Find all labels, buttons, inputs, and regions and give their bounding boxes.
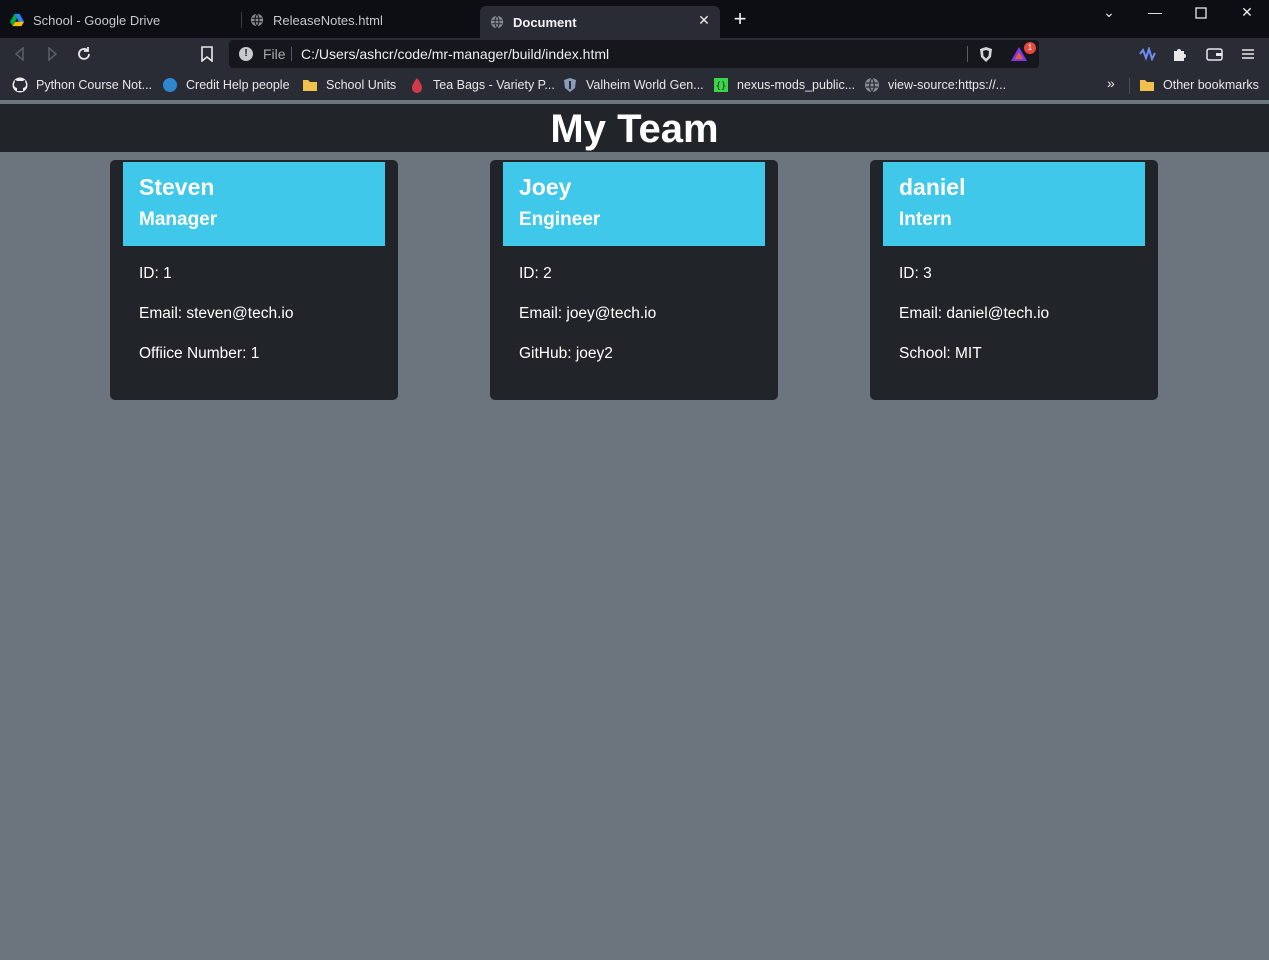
url-scheme: File — [263, 46, 286, 62]
forward-icon — [48, 47, 58, 61]
waveform-icon — [1139, 47, 1156, 61]
menu-button[interactable] — [1236, 42, 1260, 66]
brave-shields-icon[interactable] — [978, 46, 994, 68]
bookmarks-bar: Python Course Not... Credit Help people … — [0, 70, 1269, 100]
wallet-button[interactable] — [1202, 42, 1226, 66]
card-header: Joey Engineer — [503, 162, 765, 246]
bookmark-label: Tea Bags - Variety P... — [433, 78, 555, 92]
employee-role: Manager — [139, 209, 218, 230]
close-window-button[interactable]: ✕ — [1224, 0, 1269, 24]
bookmark-tea-bags[interactable]: Tea Bags - Variety P... — [409, 76, 555, 94]
card-header: daniel Intern — [883, 162, 1145, 246]
employee-school: School: MIT — [899, 345, 982, 362]
bookmark-school-units[interactable]: School Units — [302, 76, 396, 94]
employee-role: Engineer — [519, 209, 601, 230]
other-bookmarks-label: Other bookmarks — [1163, 78, 1259, 92]
url-divider — [291, 47, 292, 61]
address-bar[interactable]: ! File C:/Users/ashcr/code/mr-manager/bu… — [229, 40, 1039, 68]
close-tab-icon[interactable]: ✕ — [696, 12, 712, 28]
hamburger-icon — [1242, 49, 1254, 59]
employee-email[interactable]: Email: daniel@tech.io — [899, 305, 1049, 323]
tab-strip: School - Google Drive ReleaseNotes.html … — [0, 0, 1269, 38]
folder-icon — [302, 77, 318, 93]
globe-icon — [864, 77, 880, 93]
other-bookmarks[interactable]: Other bookmarks — [1139, 76, 1259, 94]
tab-title: ReleaseNotes.html — [273, 12, 383, 28]
reload-icon — [78, 47, 90, 60]
maximize-button[interactable] — [1178, 0, 1224, 24]
site-info-icon[interactable]: ! — [239, 47, 253, 61]
rewards-badge: 1 — [1024, 42, 1036, 54]
url-divider — [967, 46, 968, 62]
browser-toolbar: ! File C:/Users/ashcr/code/mr-manager/bu… — [0, 38, 1269, 70]
tab-document[interactable]: Document ✕ — [480, 6, 720, 38]
new-tab-button[interactable]: + — [729, 8, 751, 30]
employee-id: ID: 1 — [139, 265, 172, 282]
employee-card-intern: daniel Intern ID: 3 Email: daniel@tech.i… — [870, 160, 1158, 400]
tea-icon — [409, 77, 425, 93]
employee-card-engineer: Joey Engineer ID: 2 Email: joey@tech.io … — [490, 160, 778, 400]
bookmark-credit-help[interactable]: Credit Help people — [162, 76, 290, 94]
card-header: Steven Manager — [123, 162, 385, 246]
more-bookmarks-chevron-icon[interactable]: » — [1107, 75, 1115, 91]
shield-icon — [562, 77, 578, 93]
globe-icon — [250, 13, 264, 27]
bookmark-label: Python Course Not... — [36, 78, 153, 92]
bookmark-label: School Units — [326, 78, 397, 92]
circle-icon — [162, 77, 178, 93]
bookmarks-divider — [1129, 78, 1130, 94]
tab-title: Document — [513, 14, 577, 30]
tab-title: School - Google Drive — [33, 12, 161, 28]
employee-github[interactable]: GitHub: joey2 — [519, 345, 613, 363]
bookmark-label: view-source:https://... — [888, 78, 1007, 92]
folder-icon — [1139, 77, 1155, 93]
google-drive-icon — [10, 13, 24, 27]
svg-text:{}: {} — [716, 82, 727, 92]
employee-role: Intern — [899, 209, 952, 230]
puzzle-icon — [1174, 49, 1186, 61]
extensions-button[interactable] — [1168, 42, 1192, 66]
tab-search-chevron-icon[interactable]: ⌄ — [1086, 0, 1132, 24]
employee-office-number: Offiice Number: 1 — [139, 345, 260, 362]
back-icon — [14, 47, 24, 61]
bookmark-valheim[interactable]: Valheim World Gen... — [562, 76, 704, 94]
brave-news-button[interactable] — [1136, 42, 1160, 66]
forward-button[interactable] — [40, 42, 64, 66]
bookmark-icon — [201, 46, 213, 62]
globe-icon — [490, 15, 504, 29]
bookmark-nexus-mods[interactable]: {} nexus-mods_public... — [713, 76, 855, 94]
employee-name: Steven — [139, 174, 215, 200]
page-header: My Team — [0, 104, 1269, 152]
employee-email[interactable]: Email: joey@tech.io — [519, 305, 656, 323]
bookmark-label: nexus-mods_public... — [737, 78, 856, 92]
employee-card-manager: Steven Manager ID: 1 Email: steven@tech.… — [110, 160, 398, 400]
bookmark-page-button[interactable] — [195, 42, 219, 66]
tab-school-google-drive[interactable]: School - Google Drive — [0, 6, 240, 34]
employee-id: ID: 2 — [519, 265, 552, 282]
github-icon — [12, 77, 28, 93]
tab-release-notes[interactable]: ReleaseNotes.html — [240, 6, 478, 34]
bookmark-label: Valheim World Gen... — [586, 78, 704, 92]
minimize-button[interactable]: — — [1132, 0, 1178, 24]
employee-email[interactable]: Email: steven@tech.io — [139, 305, 293, 323]
employee-name: Joey — [519, 174, 572, 200]
code-icon: {} — [713, 77, 729, 93]
employee-name: daniel — [899, 174, 966, 200]
wallet-icon — [1205, 48, 1223, 61]
employee-id: ID: 3 — [899, 265, 932, 282]
url-text[interactable]: C:/Users/ashcr/code/mr-manager/build/ind… — [301, 46, 609, 62]
reload-button[interactable] — [72, 42, 96, 66]
bookmark-label: Credit Help people — [186, 78, 290, 92]
bookmark-python-course[interactable]: Python Course Not... — [12, 76, 152, 94]
page-title: My Team — [550, 107, 719, 151]
bookmark-view-source[interactable]: view-source:https://... — [864, 76, 1006, 94]
back-button[interactable] — [8, 42, 32, 66]
